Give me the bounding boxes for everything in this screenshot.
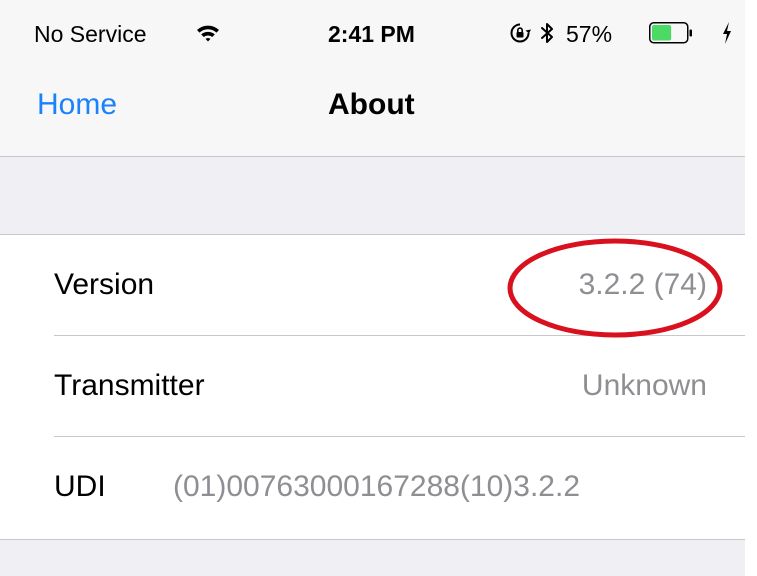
table-row-version: Version 3.2.2 (74)	[0, 235, 745, 336]
row-value: 3.2.2 (74)	[578, 268, 707, 301]
top-chrome: No Service 2:41 PM 57% Home About	[0, 0, 745, 157]
footer-spacer	[0, 540, 745, 576]
about-table: Version 3.2.2 (74) Transmitter Unknown U…	[0, 235, 745, 539]
bluetooth-icon	[541, 23, 553, 43]
wifi-icon	[197, 25, 219, 42]
table-row-transmitter: Transmitter Unknown	[0, 336, 745, 437]
battery-icon	[649, 22, 692, 44]
row-value: Unknown	[581, 369, 707, 402]
back-button[interactable]: Home	[37, 86, 117, 124]
table-row-udi: UDI (01)00763000167288(10)3.2.2	[0, 437, 745, 538]
status-time: 2:41 PM	[328, 21, 415, 47]
row-label: Transmitter	[54, 369, 205, 402]
row-label: UDI	[54, 470, 106, 503]
carrier-label: No Service	[34, 21, 147, 47]
battery-level-fill	[652, 25, 672, 41]
rotation-lock-icon	[510, 23, 531, 43]
section-spacer	[0, 157, 745, 235]
row-value: (01)00763000167288(10)3.2.2	[173, 470, 581, 503]
page-title: About	[328, 88, 415, 121]
battery-percent: 57%	[566, 21, 613, 47]
about-screen: No Service 2:41 PM 57% Home About Versio…	[0, 0, 757, 576]
screen-edge	[745, 0, 757, 576]
row-label: Version	[54, 268, 155, 301]
charging-icon	[723, 22, 731, 44]
